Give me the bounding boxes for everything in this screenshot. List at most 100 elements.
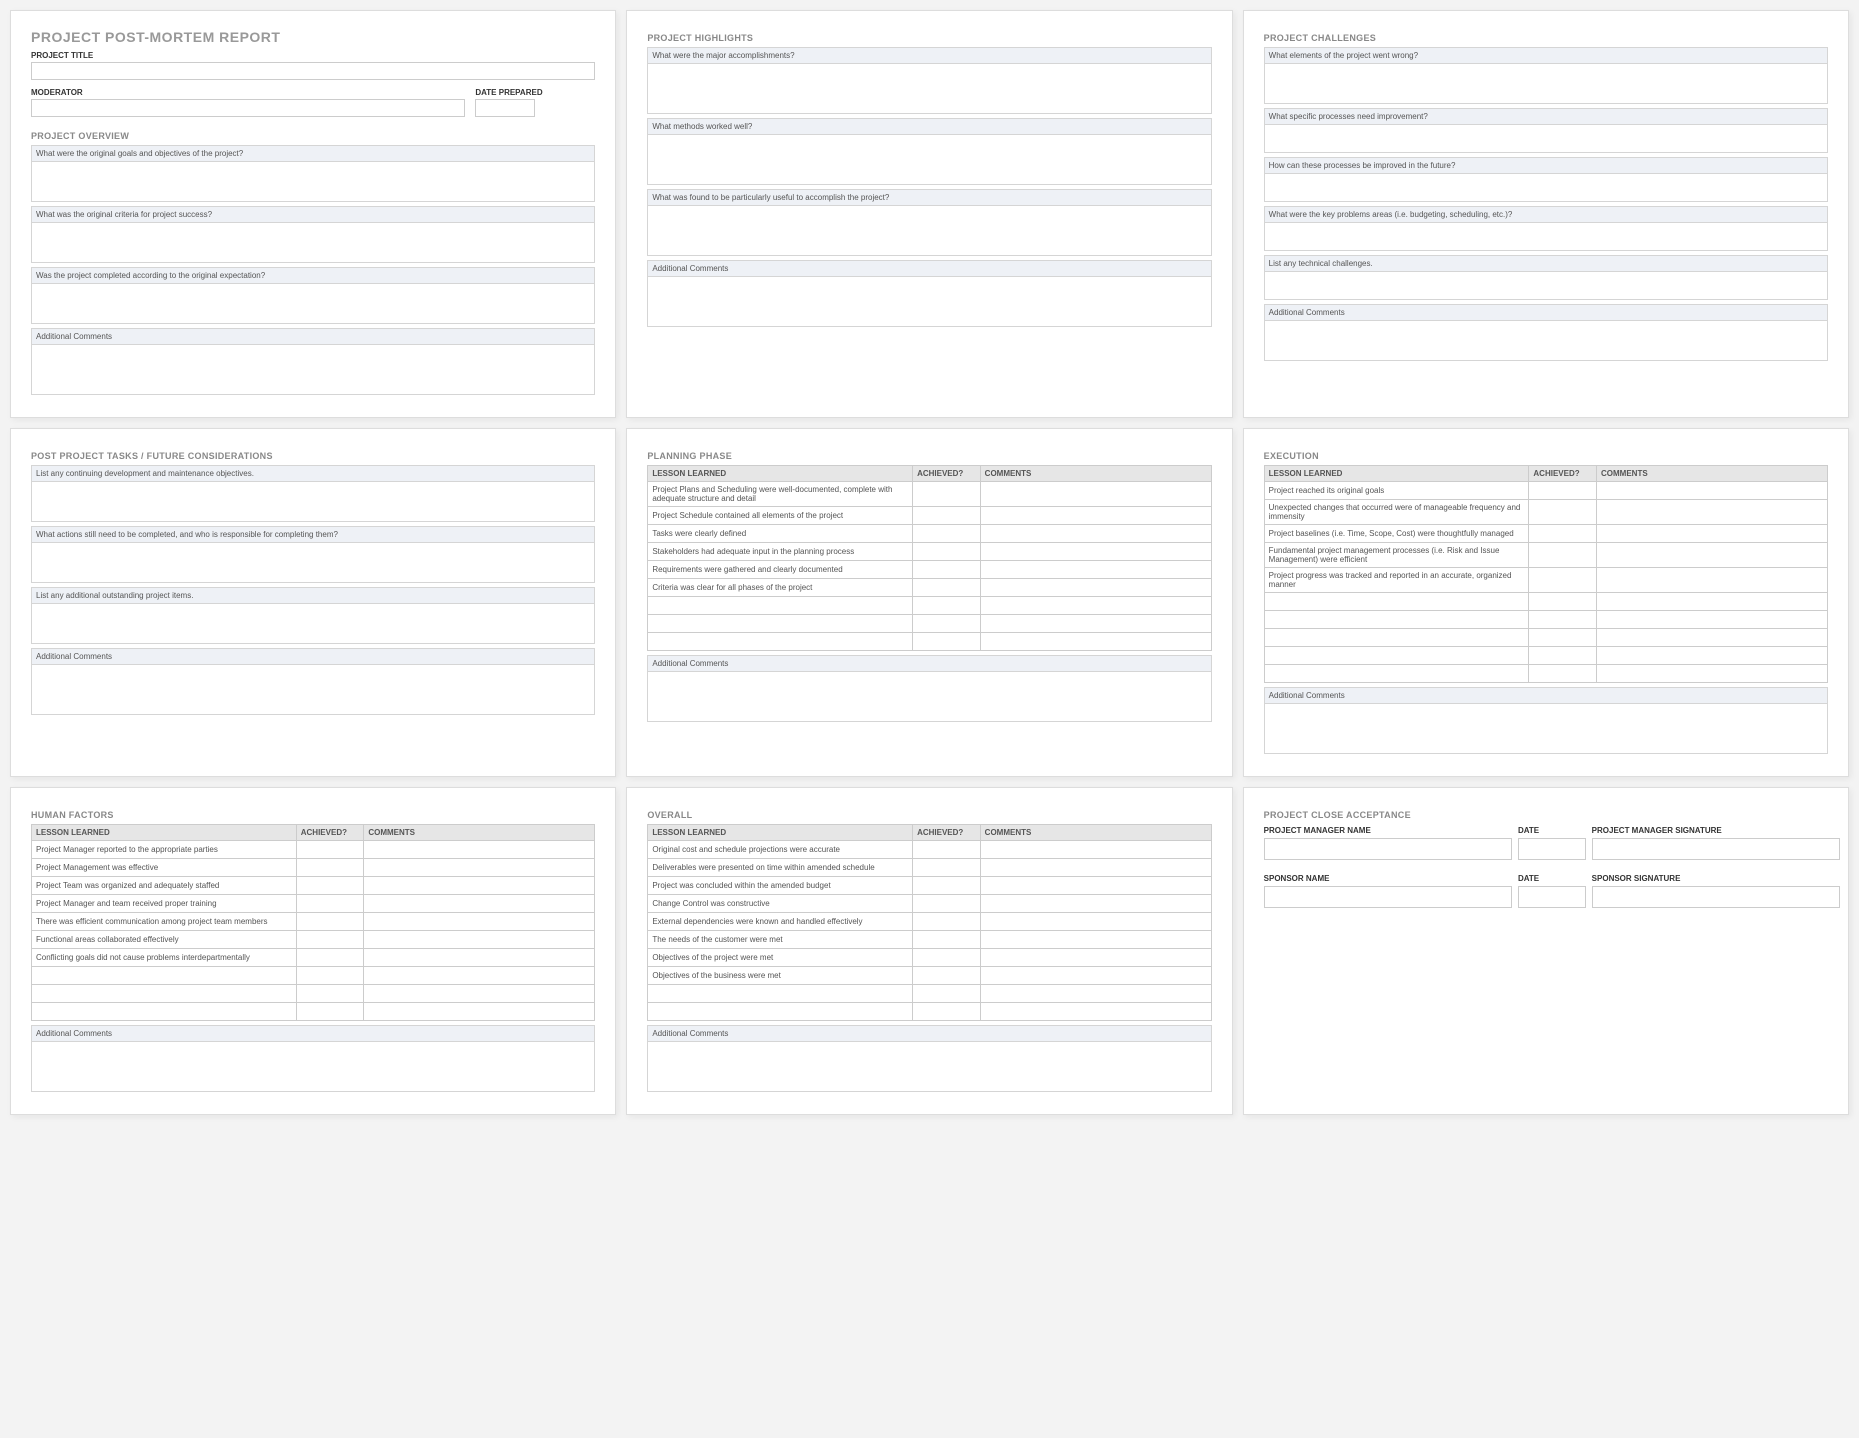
achieved-cell[interactable] [296,895,364,913]
comments-cell[interactable] [980,985,1211,1003]
comments-cell[interactable] [980,482,1211,507]
post-additional-body[interactable] [31,665,595,715]
achieved-cell[interactable] [913,985,981,1003]
sponsor-name-input[interactable] [1264,886,1512,908]
comments-cell[interactable] [364,895,595,913]
comments-cell[interactable] [364,949,595,967]
comments-cell[interactable] [1597,500,1828,525]
comments-cell[interactable] [1597,629,1828,647]
comments-cell[interactable] [980,967,1211,985]
achieved-cell[interactable] [1529,629,1597,647]
achieved-cell[interactable] [913,877,981,895]
achieved-cell[interactable] [1529,665,1597,683]
comments-cell[interactable] [980,859,1211,877]
comments-cell[interactable] [1597,482,1828,500]
achieved-cell[interactable] [913,597,981,615]
moderator-input[interactable] [31,99,465,117]
achieved-cell[interactable] [913,841,981,859]
achieved-cell[interactable] [296,967,364,985]
comments-cell[interactable] [364,1003,595,1021]
achieved-cell[interactable] [296,931,364,949]
achieved-cell[interactable] [913,967,981,985]
pm-name-input[interactable] [1264,838,1512,860]
overview-additional-body[interactable] [31,345,595,395]
post-q2-body[interactable] [31,543,595,583]
comments-cell[interactable] [1597,593,1828,611]
achieved-cell[interactable] [913,1003,981,1021]
achieved-cell[interactable] [296,859,364,877]
post-q3-body[interactable] [31,604,595,644]
highlights-q2-body[interactable] [647,135,1211,185]
challenges-q1-body[interactable] [1264,64,1828,104]
challenges-q3-body[interactable] [1264,174,1828,202]
comments-cell[interactable] [980,895,1211,913]
comments-cell[interactable] [980,931,1211,949]
challenges-q5-body[interactable] [1264,272,1828,300]
comments-cell[interactable] [1597,525,1828,543]
highlights-q3-body[interactable] [647,206,1211,256]
challenges-q2-body[interactable] [1264,125,1828,153]
achieved-cell[interactable] [1529,500,1597,525]
date-prepared-input[interactable] [475,99,535,117]
achieved-cell[interactable] [296,913,364,931]
achieved-cell[interactable] [296,949,364,967]
post-q1-body[interactable] [31,482,595,522]
overview-q3-body[interactable] [31,284,595,324]
comments-cell[interactable] [980,561,1211,579]
achieved-cell[interactable] [913,859,981,877]
comments-cell[interactable] [1597,665,1828,683]
comments-cell[interactable] [980,615,1211,633]
pm-sig-input[interactable] [1592,838,1840,860]
achieved-cell[interactable] [913,543,981,561]
achieved-cell[interactable] [296,1003,364,1021]
human-additional-body[interactable] [31,1042,595,1092]
comments-cell[interactable] [980,633,1211,651]
comments-cell[interactable] [980,877,1211,895]
comments-cell[interactable] [980,543,1211,561]
comments-cell[interactable] [980,841,1211,859]
comments-cell[interactable] [1597,647,1828,665]
comments-cell[interactable] [980,579,1211,597]
achieved-cell[interactable] [913,525,981,543]
achieved-cell[interactable] [913,633,981,651]
achieved-cell[interactable] [913,507,981,525]
achieved-cell[interactable] [1529,525,1597,543]
comments-cell[interactable] [364,931,595,949]
comments-cell[interactable] [1597,611,1828,629]
achieved-cell[interactable] [296,877,364,895]
challenges-q4-body[interactable] [1264,223,1828,251]
planning-additional-body[interactable] [647,672,1211,722]
comments-cell[interactable] [364,877,595,895]
overview-q1-body[interactable] [31,162,595,202]
achieved-cell[interactable] [913,579,981,597]
comments-cell[interactable] [1597,568,1828,593]
comments-cell[interactable] [980,507,1211,525]
achieved-cell[interactable] [296,985,364,1003]
achieved-cell[interactable] [913,615,981,633]
comments-cell[interactable] [980,597,1211,615]
comments-cell[interactable] [364,967,595,985]
sponsor-sig-input[interactable] [1592,886,1840,908]
comments-cell[interactable] [364,985,595,1003]
achieved-cell[interactable] [1529,568,1597,593]
execution-additional-body[interactable] [1264,704,1828,754]
achieved-cell[interactable] [1529,543,1597,568]
overview-q2-body[interactable] [31,223,595,263]
achieved-cell[interactable] [296,841,364,859]
challenges-additional-body[interactable] [1264,321,1828,361]
comments-cell[interactable] [364,913,595,931]
achieved-cell[interactable] [1529,593,1597,611]
achieved-cell[interactable] [913,561,981,579]
comments-cell[interactable] [1597,543,1828,568]
overall-additional-body[interactable] [647,1042,1211,1092]
achieved-cell[interactable] [1529,647,1597,665]
achieved-cell[interactable] [913,949,981,967]
achieved-cell[interactable] [913,895,981,913]
highlights-additional-body[interactable] [647,277,1211,327]
comments-cell[interactable] [980,949,1211,967]
achieved-cell[interactable] [1529,611,1597,629]
highlights-q1-body[interactable] [647,64,1211,114]
comments-cell[interactable] [364,841,595,859]
achieved-cell[interactable] [913,931,981,949]
pm-date-input[interactable] [1518,838,1586,860]
